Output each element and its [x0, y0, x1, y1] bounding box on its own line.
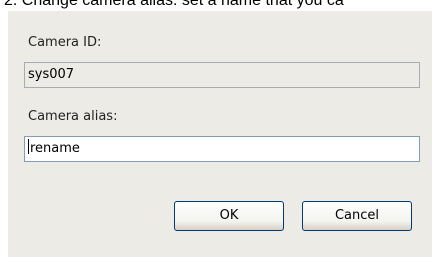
camera-alias-label: Camera alias: [28, 109, 118, 124]
camera-id-label: Camera ID: [28, 35, 102, 50]
camera-id-value: sys007 [28, 67, 75, 82]
camera-alias-value: rename [30, 141, 80, 156]
ok-button[interactable]: OK [174, 201, 284, 231]
cancel-button[interactable]: Cancel [302, 201, 412, 231]
screenshot-page: 2. Change camera alias: set a name that … [0, 0, 432, 257]
camera-alias-input[interactable]: rename [24, 136, 420, 162]
text-caret [28, 139, 29, 154]
camera-alias-dialog: Camera ID: sys007 Camera alias: rename O… [8, 11, 432, 257]
camera-id-field: sys007 [24, 62, 420, 88]
instruction-caption: 2. Change camera alias: set a name that … [4, 0, 344, 9]
